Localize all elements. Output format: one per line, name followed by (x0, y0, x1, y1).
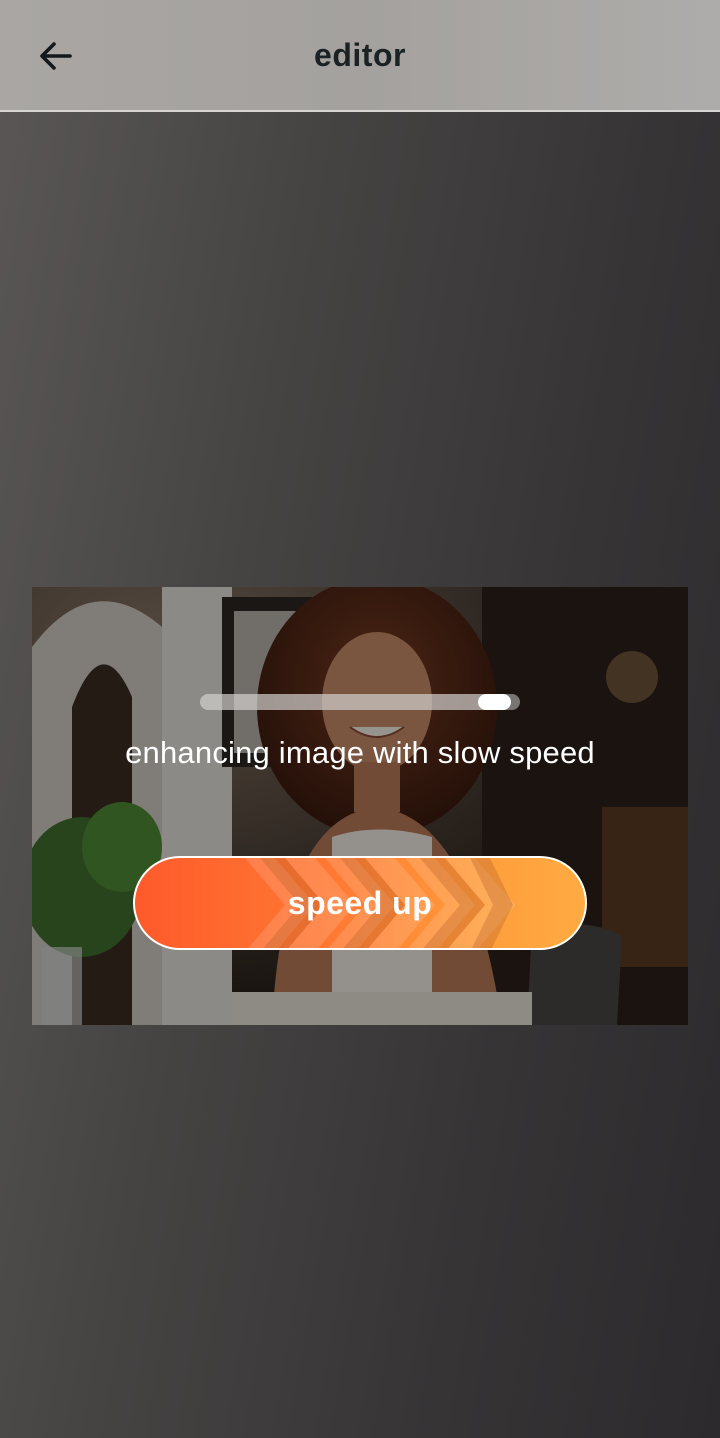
image-preview: enhancing image with slow speed speed up (32, 587, 688, 1025)
speed-up-button[interactable]: speed up (133, 856, 587, 950)
dim-overlay (32, 587, 688, 1025)
progress-fill (200, 694, 511, 710)
enhance-progress-bar (200, 694, 520, 710)
app-screen: editor enhancing image with slow speed s… (0, 0, 720, 1438)
speed-up-label: speed up (287, 885, 433, 921)
enhance-status-text: enhancing image with slow speed (125, 735, 595, 770)
back-button[interactable] (28, 28, 84, 84)
top-app-bar: editor (0, 0, 720, 112)
arrow-left-icon (40, 42, 72, 70)
progress-indicator (478, 694, 511, 710)
page-title: editor (314, 37, 406, 73)
